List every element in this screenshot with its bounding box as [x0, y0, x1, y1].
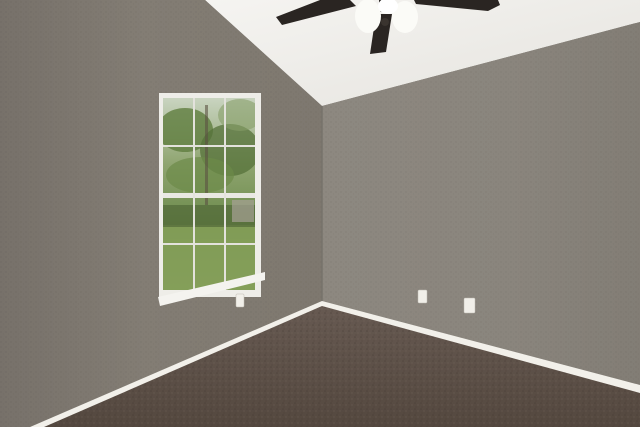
outlet-right-wall-1 — [417, 289, 428, 304]
window — [158, 93, 265, 306]
room-photo — [0, 0, 640, 427]
fan-light-left — [355, 0, 381, 33]
outlet-left-wall — [235, 293, 245, 308]
outlet-right-wall-2 — [463, 297, 476, 314]
room-illustration — [0, 0, 640, 427]
